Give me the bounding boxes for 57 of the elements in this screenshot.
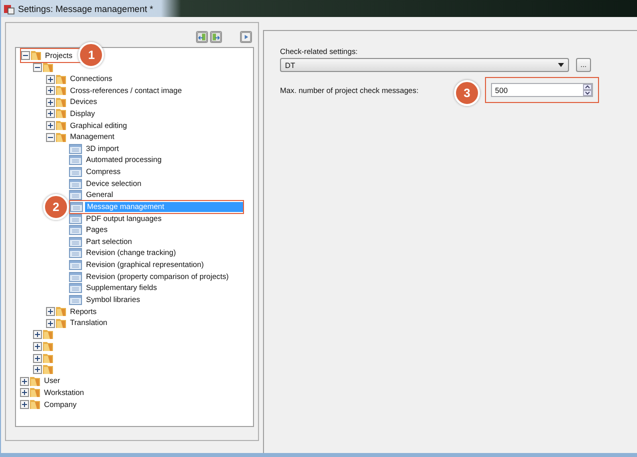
spinner-icon[interactable] — [583, 84, 592, 96]
expand-icon[interactable] — [33, 342, 42, 351]
expand-icon[interactable] — [33, 330, 42, 340]
expand-icon[interactable] — [46, 307, 55, 316]
expand-icon[interactable] — [46, 74, 55, 84]
page-icon — [69, 294, 82, 305]
page-icon — [69, 155, 82, 166]
expand-icon[interactable] — [46, 98, 55, 107]
folder-icon — [30, 387, 40, 398]
dropdown-arrow-icon — [558, 63, 564, 67]
sync-right-icon[interactable] — [210, 31, 222, 43]
folder-icon — [56, 108, 66, 120]
expand-icon[interactable] — [20, 388, 29, 398]
page-icon — [70, 202, 83, 212]
folder-icon — [43, 340, 53, 352]
collapse-icon[interactable] — [21, 51, 30, 60]
folder-icon — [56, 74, 66, 85]
folder-icon — [43, 364, 53, 376]
page-icon — [69, 248, 82, 258]
page-icon — [69, 236, 82, 247]
page-icon — [69, 283, 82, 294]
folder-icon — [56, 132, 66, 143]
callout-badge: 3 — [454, 80, 480, 106]
expand-icon[interactable] — [33, 365, 42, 374]
page-icon — [69, 190, 82, 200]
expand-icon[interactable] — [46, 121, 55, 130]
page-icon — [69, 178, 82, 189]
folder-icon — [56, 318, 66, 329]
app-icon — [3, 2, 15, 14]
page-icon — [69, 214, 82, 224]
page-icon — [69, 167, 82, 178]
folder-icon — [56, 85, 66, 96]
expand-icon[interactable] — [33, 354, 42, 363]
expand-icon[interactable] — [46, 86, 55, 96]
folder-icon — [43, 329, 53, 340]
page-icon — [69, 272, 82, 282]
folder-icon — [56, 120, 66, 132]
page-icon — [69, 260, 82, 270]
page-icon — [69, 225, 82, 236]
folder-icon — [43, 352, 53, 364]
expand-icon[interactable] — [20, 400, 29, 410]
folder-icon — [56, 306, 66, 318]
window-title: Settings: Message management * — [18, 4, 154, 14]
page-icon — [69, 144, 82, 154]
expand-icon[interactable] — [46, 318, 55, 328]
expand-icon[interactable] — [20, 376, 29, 386]
folder-icon — [31, 50, 41, 62]
callout-badge: 1 — [78, 42, 104, 68]
expand-icon[interactable] — [46, 109, 55, 118]
folder-icon — [30, 399, 40, 410]
folder-icon — [30, 376, 40, 387]
folder-icon — [56, 96, 66, 108]
callout-badge: 2 — [43, 194, 69, 220]
sync-left-icon[interactable] — [196, 31, 208, 43]
collapse-icon[interactable] — [33, 62, 42, 72]
collapse-icon[interactable] — [46, 132, 55, 142]
play-icon[interactable] — [240, 31, 252, 43]
